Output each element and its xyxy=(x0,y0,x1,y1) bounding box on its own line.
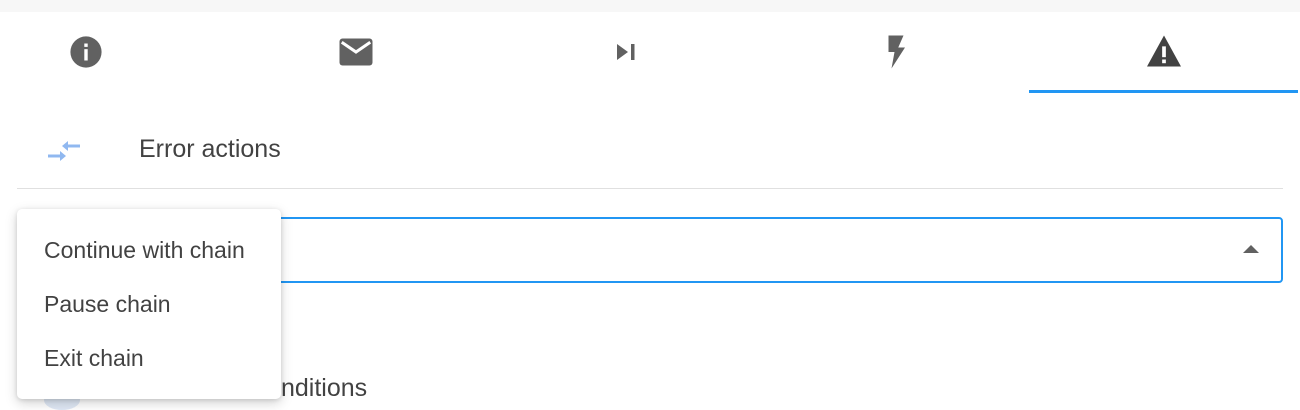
tab-warning[interactable] xyxy=(1029,12,1298,93)
caret-up-icon[interactable] xyxy=(1243,245,1259,253)
top-strip xyxy=(0,0,1300,12)
section-title: Error actions xyxy=(139,135,281,163)
swap-arrows-icon xyxy=(48,141,80,161)
select-dropdown-menu: Continue with chain Pause chain Exit cha… xyxy=(17,209,281,399)
tab-info[interactable] xyxy=(0,12,172,92)
mail-icon xyxy=(339,38,373,66)
tab-skip-next[interactable] xyxy=(540,12,712,92)
warning-icon xyxy=(1146,35,1181,67)
option-continue-with-chain[interactable]: Continue with chain xyxy=(17,223,281,277)
info-icon xyxy=(70,36,102,68)
error-actions-header: Error actions xyxy=(17,113,1283,189)
tab-bar xyxy=(0,12,1300,93)
conditions-label: nditions xyxy=(281,374,368,402)
flash-icon xyxy=(888,35,905,69)
tab-mail[interactable] xyxy=(270,12,442,92)
tab-flash[interactable] xyxy=(810,12,982,92)
option-exit-chain[interactable]: Exit chain xyxy=(17,331,281,385)
option-pause-chain[interactable]: Pause chain xyxy=(17,277,281,331)
skip-next-icon xyxy=(617,44,635,60)
